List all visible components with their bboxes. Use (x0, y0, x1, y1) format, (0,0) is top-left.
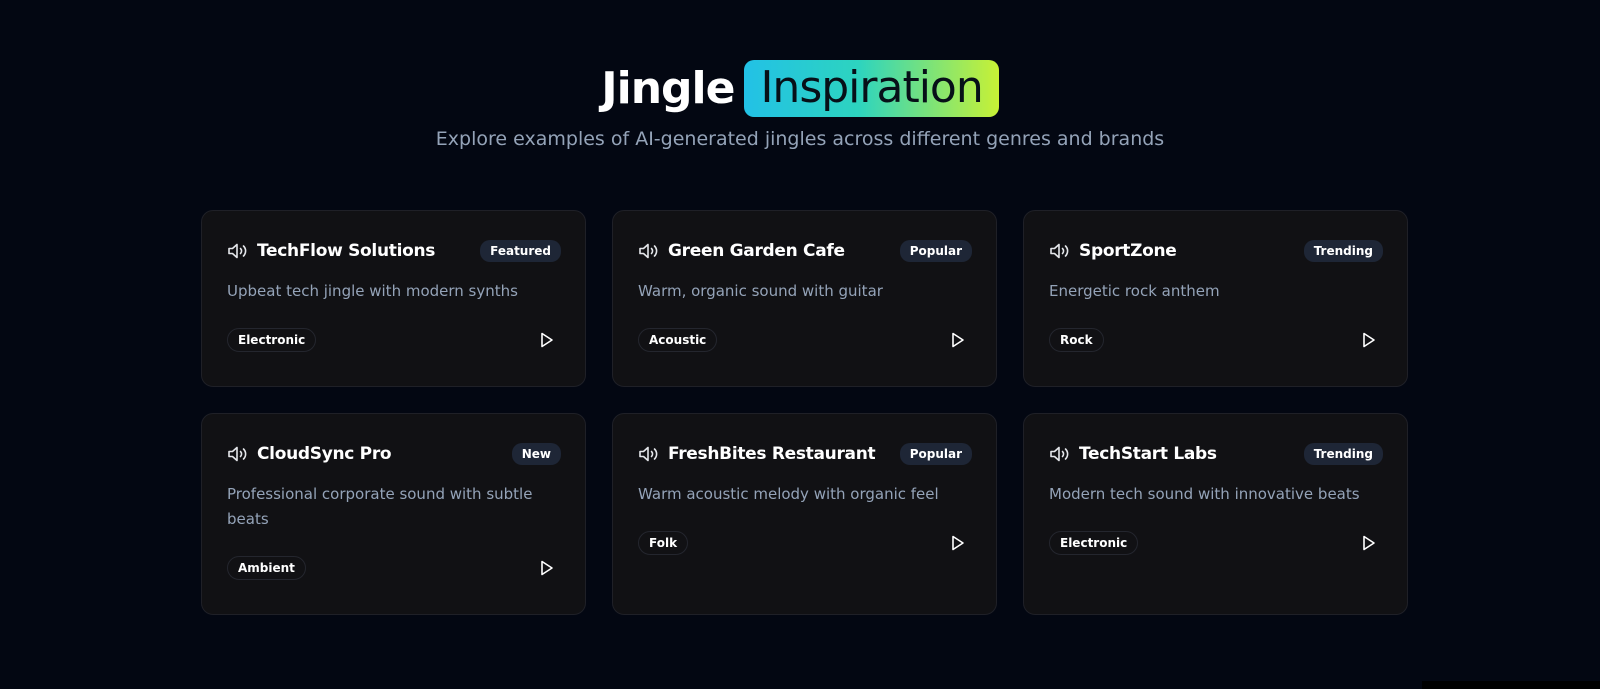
card-description: Energetic rock anthem (1049, 282, 1220, 300)
hero-section: Jingle Inspiration Explore examples of A… (0, 58, 1600, 150)
play-button[interactable] (533, 554, 561, 582)
card-footer: Rock (1049, 326, 1383, 354)
card-title: TechFlow Solutions (257, 241, 436, 261)
title-word: Jingle (601, 62, 735, 114)
card-footer: Electronic (227, 326, 561, 354)
card-header: Green Garden Cafe Popular (638, 237, 972, 265)
genre-tag: Folk (638, 531, 689, 555)
jingle-card: TechFlow Solutions Featured Upbeat tech … (201, 210, 586, 387)
card-header: TechStart Labs Trending (1049, 440, 1383, 468)
card-description: Warm acoustic melody with organic feel (638, 485, 939, 503)
genre-tag: Electronic (227, 328, 317, 352)
status-badge: Trending (1303, 443, 1383, 465)
card-title: SportZone (1079, 241, 1177, 261)
play-button[interactable] (533, 326, 561, 354)
jingle-card: FreshBites Restaurant Popular Warm acous… (612, 413, 997, 615)
genre-tag: Ambient (227, 556, 306, 580)
card-footer: Ambient (227, 554, 561, 582)
genre-tag: Rock (1049, 328, 1104, 352)
card-title: FreshBites Restaurant (668, 444, 876, 464)
genre-tag: Electronic (1049, 531, 1139, 555)
card-header: FreshBites Restaurant Popular (638, 440, 972, 468)
page-title: Jingle Inspiration (601, 58, 999, 118)
card-header: TechFlow Solutions Featured (227, 237, 561, 265)
speaker-icon (227, 242, 249, 260)
status-badge: Popular (899, 240, 972, 262)
play-button[interactable] (944, 529, 972, 557)
speaker-icon (638, 242, 660, 260)
jingle-card: Green Garden Cafe Popular Warm, organic … (612, 210, 997, 387)
speaker-icon (227, 445, 249, 463)
genre-tag: Acoustic (638, 328, 718, 352)
card-description: Upbeat tech jingle with modern synths (227, 282, 518, 300)
title-highlight: Inspiration (744, 59, 999, 117)
speaker-icon (1049, 242, 1071, 260)
play-icon (952, 332, 964, 348)
speaker-icon (1049, 445, 1071, 463)
card-footer: Folk (638, 529, 972, 557)
play-button[interactable] (1355, 529, 1383, 557)
jingle-card: TechStart Labs Trending Modern tech soun… (1023, 413, 1408, 615)
status-badge: New (511, 443, 561, 465)
card-header: CloudSync Pro New (227, 440, 561, 468)
card-description: Professional corporate sound with subtle… (227, 485, 533, 528)
play-icon (541, 560, 553, 576)
card-title: CloudSync Pro (257, 444, 392, 464)
page-subtitle: Explore examples of AI-generated jingles… (435, 128, 1165, 150)
play-icon (1363, 332, 1375, 348)
play-icon (1363, 535, 1375, 551)
card-footer: Acoustic (638, 326, 972, 354)
jingle-card: CloudSync Pro New Professional corporate… (201, 413, 586, 615)
card-title: Green Garden Cafe (668, 241, 845, 261)
card-header: SportZone Trending (1049, 237, 1383, 265)
card-footer: Electronic (1049, 529, 1383, 557)
status-badge: Popular (899, 443, 972, 465)
jingle-card: SportZone Trending Energetic rock anthem… (1023, 210, 1408, 387)
jingle-grid: TechFlow Solutions Featured Upbeat tech … (201, 210, 1408, 615)
page: Jingle Inspiration Explore examples of A… (0, 0, 1600, 689)
card-description: Warm, organic sound with guitar (638, 282, 883, 300)
status-badge: Trending (1303, 240, 1383, 262)
speaker-icon (638, 445, 660, 463)
card-title: TechStart Labs (1079, 444, 1217, 464)
corner-edge (1422, 681, 1600, 689)
play-button[interactable] (944, 326, 972, 354)
play-icon (952, 535, 964, 551)
status-badge: Featured (480, 240, 561, 262)
play-button[interactable] (1355, 326, 1383, 354)
card-description: Modern tech sound with innovative beats (1049, 485, 1360, 503)
play-icon (541, 332, 553, 348)
